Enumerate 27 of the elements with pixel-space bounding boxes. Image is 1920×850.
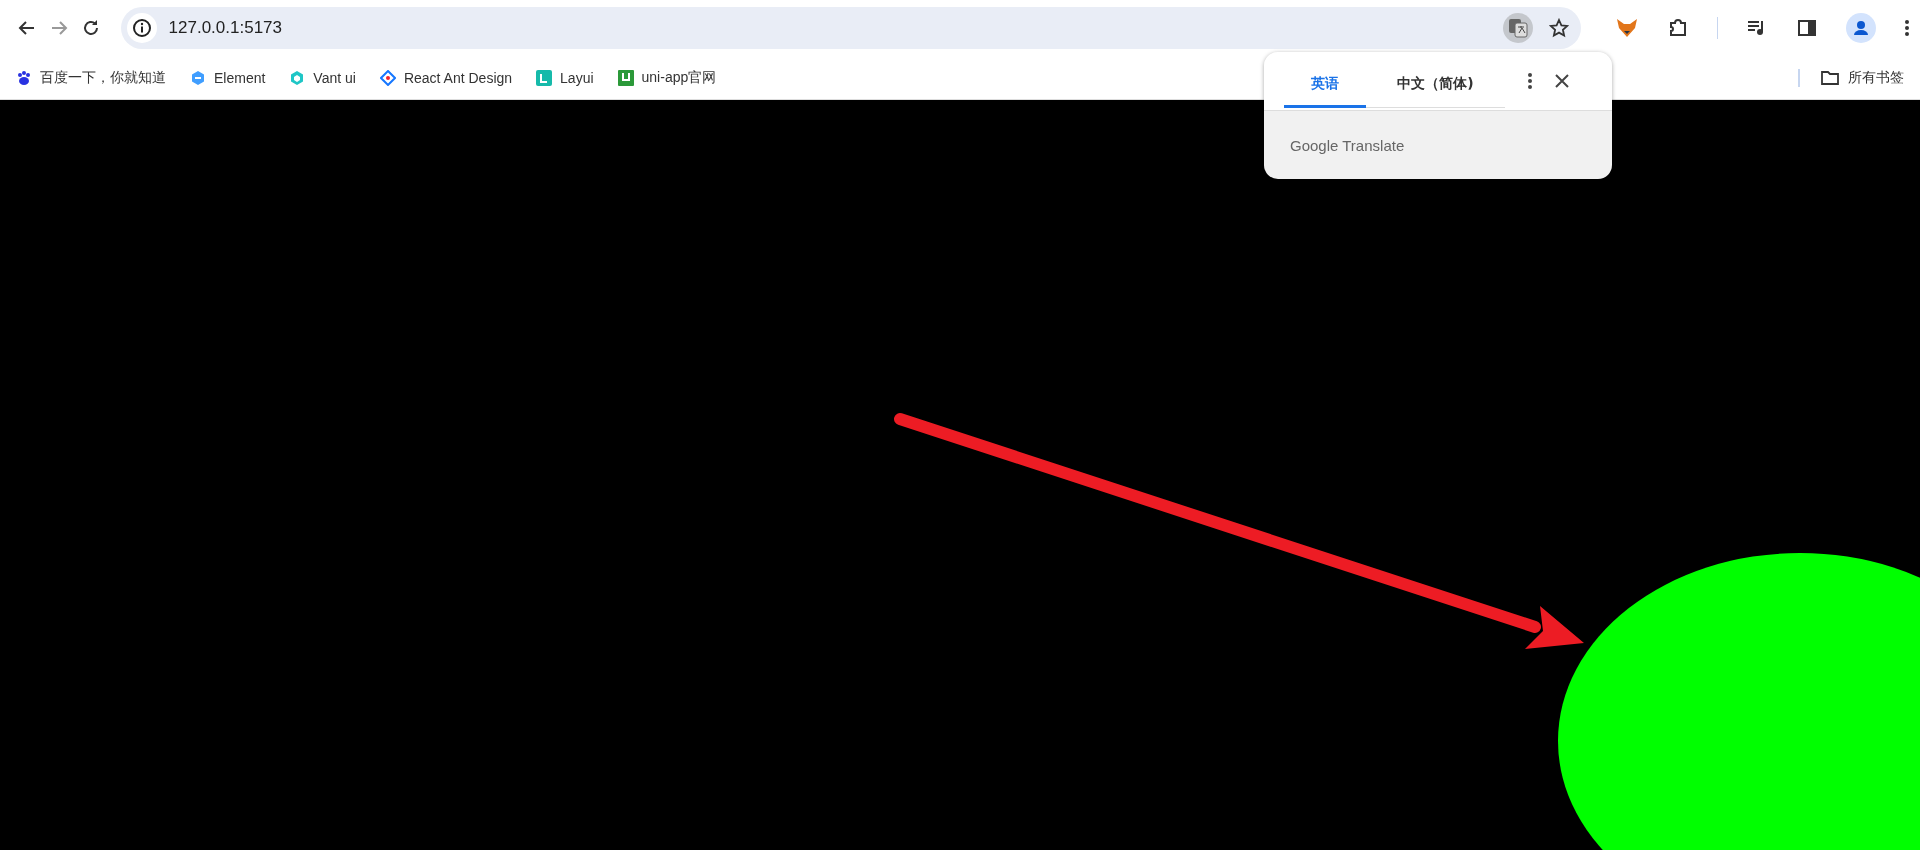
profile-icon[interactable] [1846,13,1876,43]
diamond-icon [379,69,396,86]
side-panel-icon[interactable] [1796,17,1818,39]
menu-icon[interactable] [1904,18,1910,38]
more-icon[interactable] [1527,72,1533,90]
google-translate-logo: Google Translate [1290,136,1405,154]
letter-tile-icon [536,69,553,86]
fox-icon[interactable] [1614,17,1639,39]
translate-icon[interactable] [1502,13,1533,43]
bookmark-link[interactable]: uni-app官网 [617,68,717,87]
folder-icon [1820,68,1840,87]
close-icon[interactable] [1555,74,1569,88]
bookmark-link[interactable]: 百度一下，你就知道 [16,68,166,87]
bookmark-link[interactable]: Vant ui [289,69,356,86]
bookmark-link[interactable]: React Ant Design [379,69,513,86]
info-icon[interactable] [126,13,157,43]
hexagon-icon [190,69,206,86]
bookmark-link[interactable]: Element [190,69,266,86]
address-bar[interactable]: 127.0.0.1:5173 [120,7,1581,49]
all-bookmarks-button[interactable]: 所有书签 [1820,68,1904,87]
language-tab[interactable]: 英语 [1284,68,1366,108]
url-text: 127.0.0.1:5173 [168,18,282,38]
star-icon[interactable] [1548,18,1569,38]
bookmark-link[interactable]: Layui [536,69,594,86]
letter-tile-icon [617,69,634,86]
language-tab[interactable]: 中文（简体) [1366,68,1505,108]
paw-icon [16,69,32,86]
